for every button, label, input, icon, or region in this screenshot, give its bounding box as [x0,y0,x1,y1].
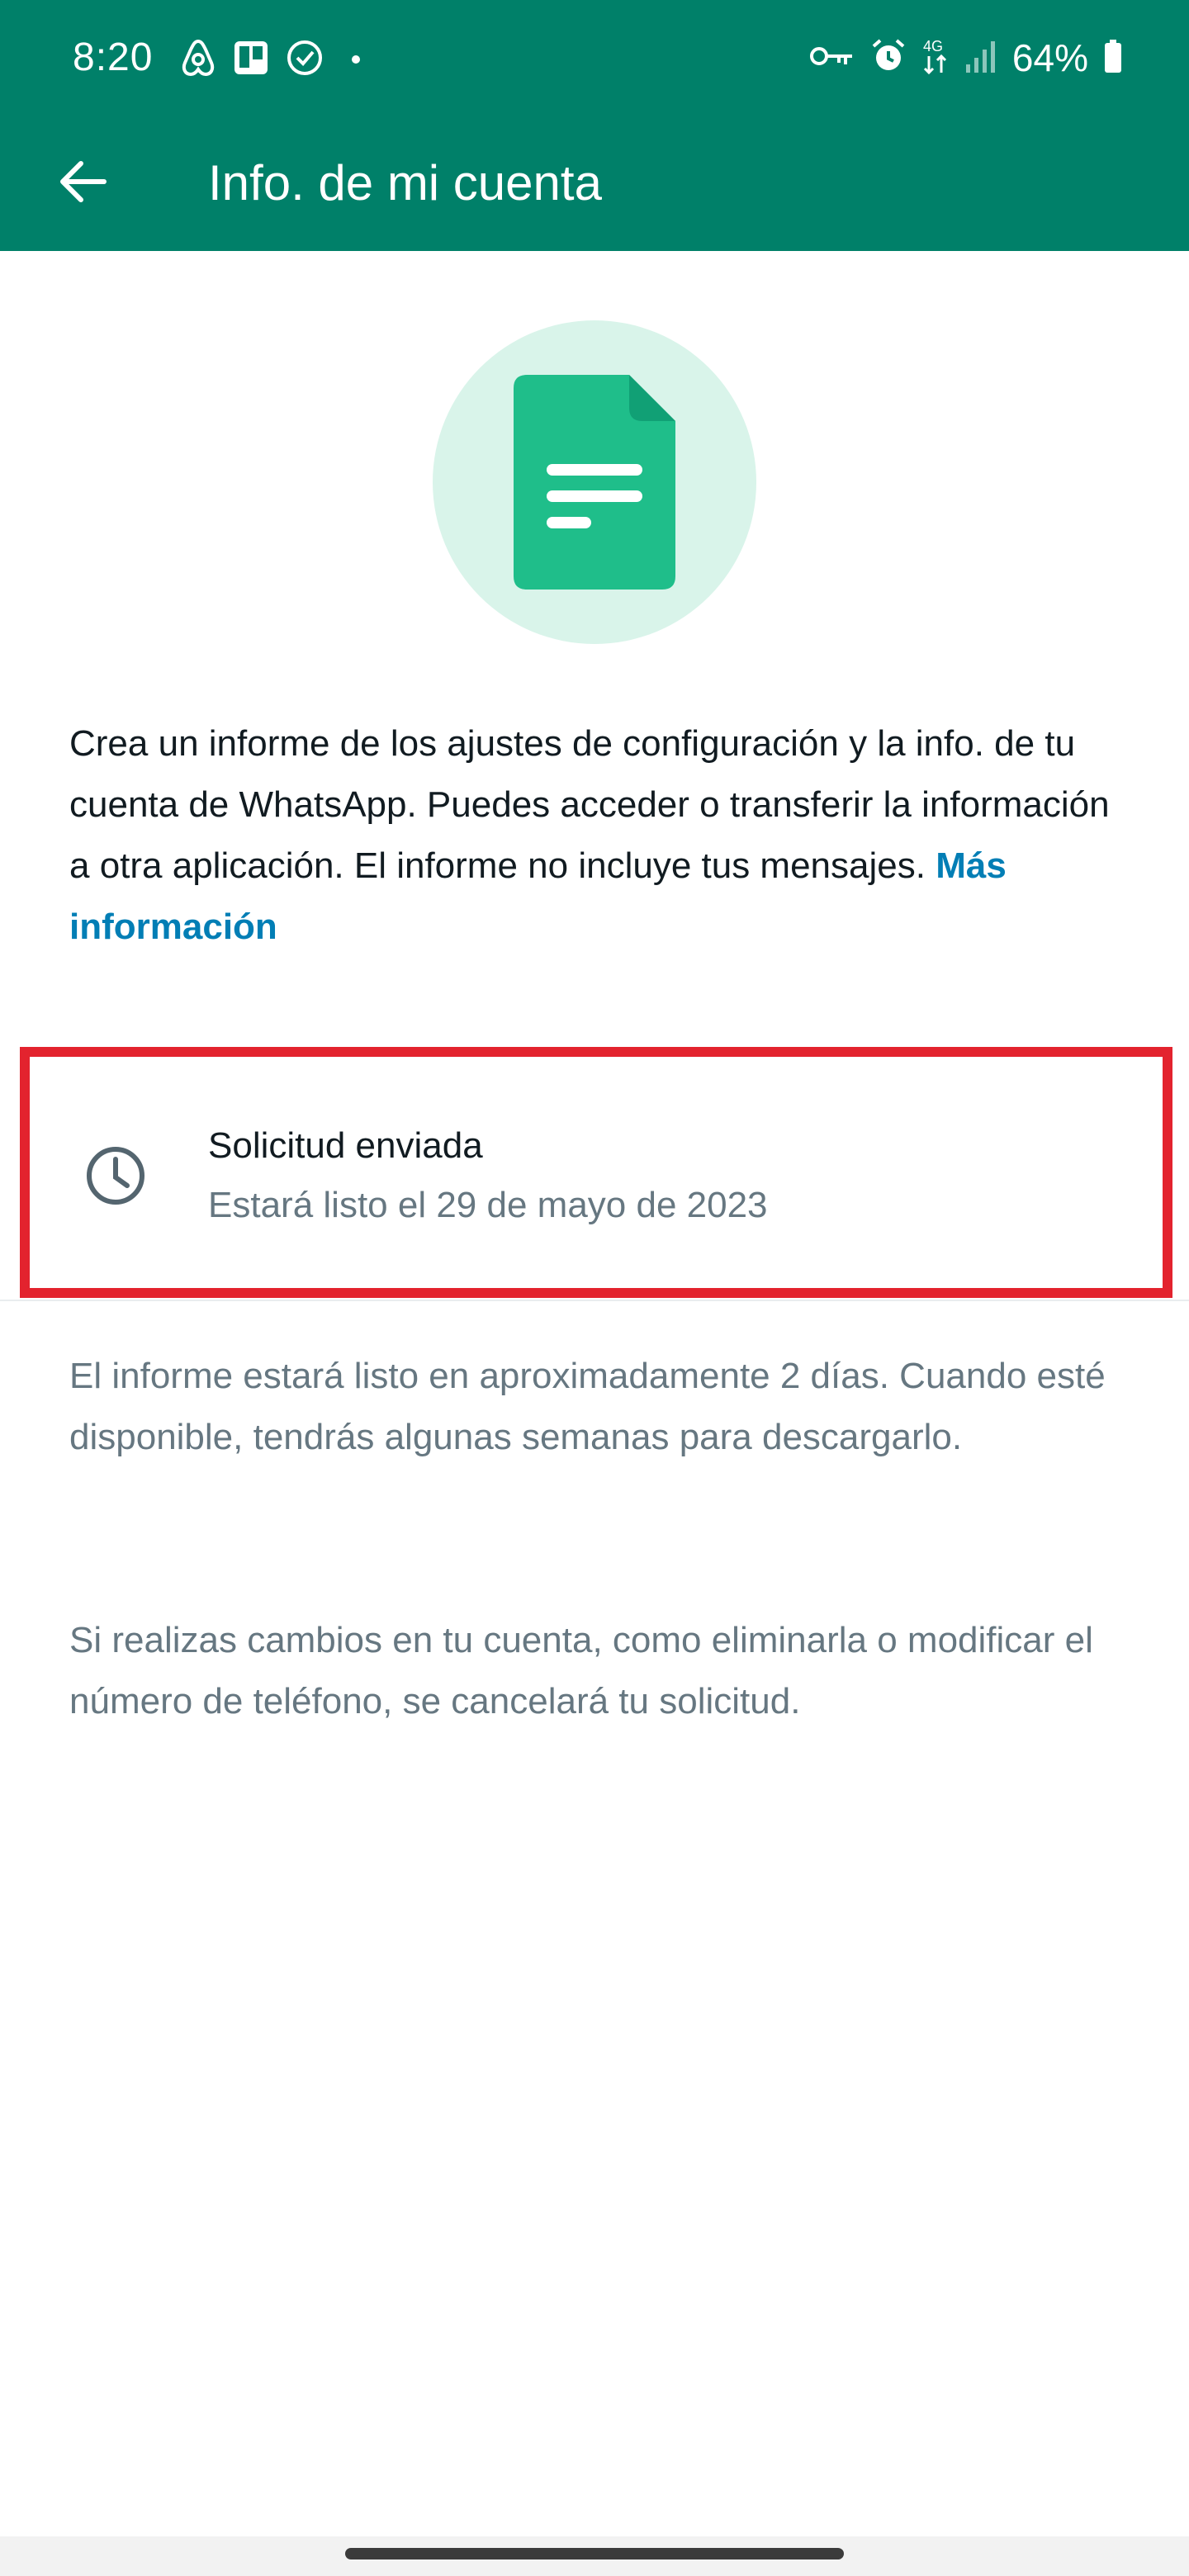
clock-icon [83,1143,149,1209]
info-text-ready: El informe estará listo en aproximadamen… [69,1356,1106,1457]
alarm-icon [870,38,907,78]
vpn-key-icon [809,43,855,73]
signal-icon [964,38,997,78]
app-bar: Info. de mi cuenta [0,116,1189,251]
home-gesture-handle[interactable] [345,2548,844,2559]
description-text: Crea un informe de los ajustes de config… [69,713,1135,958]
status-right-icons: 4G 64% [809,31,1123,84]
back-button[interactable] [40,140,126,226]
svg-text:4G: 4G [923,38,943,54]
status-left-icons [180,35,360,84]
top-bar: 8:20 4G 64% Info. de mi cuenta [0,0,1189,251]
divider [0,1300,1189,1301]
document-icon [514,375,675,590]
airbnb-icon [180,38,216,82]
request-subtitle: Estará listo el 29 de mayo de 2023 [208,1185,768,1225]
status-time: 8:20 [73,36,154,79]
battery-percent: 64% [1011,36,1088,79]
arrow-back-icon [58,159,107,209]
trello-icon [233,40,269,80]
request-status-row[interactable] [0,1047,1189,1301]
request-title: Solicitud enviada [208,1125,483,1166]
info-text-cancel: Si realizas cambios en tu cuenta, como e… [69,1620,1093,1721]
battery-icon [1103,38,1123,78]
status-bar: 8:20 4G 64% [0,0,1189,116]
check-circle-icon [286,39,324,81]
data-4g-icon: 4G [921,36,950,80]
page-title: Info. de mi cuenta [208,155,602,211]
notification-dot [352,55,360,64]
system-nav-bar [0,2536,1189,2576]
